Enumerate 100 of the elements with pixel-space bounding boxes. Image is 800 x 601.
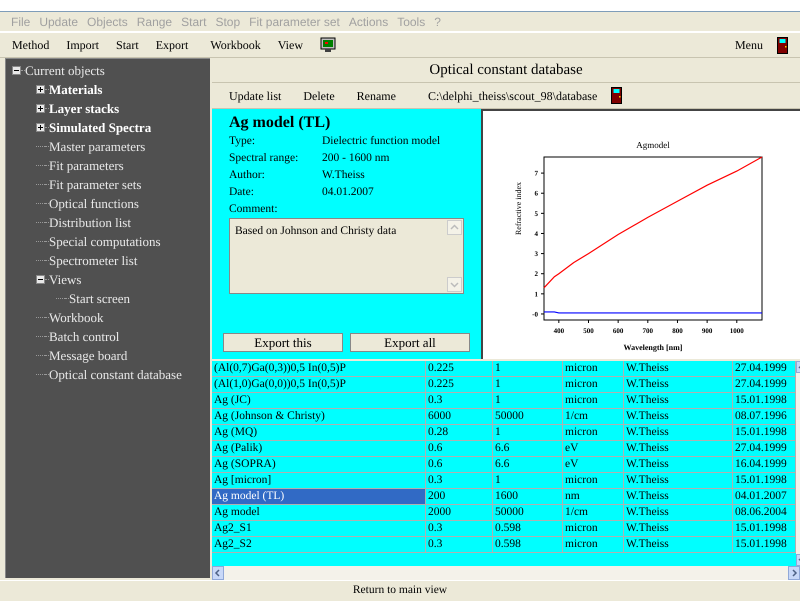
table-cell[interactable]: W.Theiss bbox=[624, 521, 733, 536]
table-cell[interactable]: Ag2_S1 bbox=[212, 521, 426, 536]
tree-item[interactable]: Distribution list bbox=[49, 212, 131, 232]
table-cell[interactable]: 50000 bbox=[493, 409, 563, 424]
table-cell[interactable]: Ag (JC) bbox=[212, 393, 426, 408]
table-cell[interactable]: 200 bbox=[426, 489, 493, 504]
toolbar-button[interactable]: Start bbox=[116, 36, 139, 54]
table-cell[interactable]: 0.598 bbox=[493, 521, 563, 536]
toolbar-button[interactable]: Menu bbox=[735, 36, 763, 54]
tree-item[interactable]: Special computations bbox=[49, 232, 161, 252]
comment-field[interactable]: Based on Johnson and Christy data bbox=[229, 218, 464, 294]
toolbar-button[interactable]: Method bbox=[12, 36, 50, 54]
toolbar-button[interactable]: Workbook bbox=[210, 36, 261, 54]
table-cell[interactable]: 1600 bbox=[493, 489, 563, 504]
table-cell[interactable]: nm bbox=[563, 489, 624, 504]
toolbar-button[interactable]: Rename bbox=[356, 86, 396, 104]
expand-icon[interactable] bbox=[36, 123, 45, 132]
table-cell[interactable]: micron bbox=[563, 377, 624, 392]
table-cell[interactable]: W.Theiss bbox=[624, 537, 733, 552]
tree-item[interactable]: Views bbox=[49, 270, 82, 290]
table-cell[interactable]: 0.3 bbox=[426, 521, 493, 536]
table-cell[interactable]: 1/cm bbox=[563, 505, 624, 520]
scroll-right-icon[interactable] bbox=[788, 566, 800, 580]
table-cell[interactable]: W.Theiss bbox=[624, 361, 733, 376]
table-cell[interactable]: micron bbox=[563, 521, 624, 536]
table-cell[interactable]: 1 bbox=[493, 361, 563, 376]
tree-item[interactable]: Master parameters bbox=[49, 136, 146, 156]
table-cell[interactable]: Ag2_S2 bbox=[212, 537, 426, 552]
monitor-icon[interactable] bbox=[320, 37, 336, 53]
table-cell[interactable]: eV bbox=[563, 441, 624, 456]
table-cell[interactable]: 0.28 bbox=[426, 425, 493, 440]
tree-item[interactable]: Current objects bbox=[25, 60, 105, 80]
toolbar-button[interactable]: View bbox=[278, 36, 304, 54]
tree-item[interactable]: Message board bbox=[49, 346, 128, 366]
collapse-icon[interactable] bbox=[36, 275, 45, 284]
table-cell[interactable]: 1 bbox=[493, 393, 563, 408]
tree-item[interactable]: Simulated Spectra bbox=[49, 118, 152, 138]
table-cell[interactable]: eV bbox=[563, 457, 624, 472]
table-cell[interactable]: 50000 bbox=[493, 505, 563, 520]
table-cell[interactable]: Ag model bbox=[212, 505, 426, 520]
table-cell[interactable]: 1 bbox=[493, 473, 563, 488]
table-cell[interactable]: W.Theiss bbox=[624, 409, 733, 424]
table-cell[interactable]: W.Theiss bbox=[624, 377, 733, 392]
table-cell[interactable]: 0.225 bbox=[426, 377, 493, 392]
export-button[interactable]: Export this bbox=[223, 333, 343, 352]
table-cell[interactable]: W.Theiss bbox=[624, 425, 733, 440]
table-cell[interactable]: W.Theiss bbox=[624, 473, 733, 488]
table-cell[interactable]: 1 bbox=[493, 377, 563, 392]
expand-icon[interactable] bbox=[36, 85, 45, 94]
return-button[interactable]: Return to main view bbox=[352, 582, 448, 600]
tree-item[interactable]: Materials bbox=[49, 80, 102, 100]
tree-item[interactable]: Start screen bbox=[69, 288, 130, 308]
table-cell[interactable]: W.Theiss bbox=[624, 505, 733, 520]
expand-icon[interactable] bbox=[36, 104, 45, 113]
table-cell[interactable]: micron bbox=[563, 473, 624, 488]
table-cell[interactable]: micron bbox=[563, 393, 624, 408]
tree-item[interactable]: Layer stacks bbox=[49, 98, 120, 118]
table-cell[interactable]: W.Theiss bbox=[624, 489, 733, 504]
collapse-icon[interactable] bbox=[12, 66, 21, 75]
toolbar-button[interactable]: Import bbox=[66, 36, 100, 54]
table-cell[interactable]: Ag (SOPRA) bbox=[212, 457, 426, 472]
table-cell[interactable]: 0.3 bbox=[426, 393, 493, 408]
toolbar-button[interactable]: Export bbox=[156, 36, 188, 54]
table-cell[interactable]: W.Theiss bbox=[624, 441, 733, 456]
table-cell[interactable]: micron bbox=[563, 425, 624, 440]
table-cell[interactable]: Ag (MQ) bbox=[212, 425, 426, 440]
table-cell[interactable]: 1/cm bbox=[563, 409, 624, 424]
table-cell[interactable]: W.Theiss bbox=[624, 457, 733, 472]
table-cell[interactable]: micron bbox=[563, 537, 624, 552]
table-cell[interactable]: 6000 bbox=[426, 409, 493, 424]
table-cell[interactable]: 0.598 bbox=[493, 537, 563, 552]
table-cell[interactable]: 6.6 bbox=[493, 457, 563, 472]
tree-item[interactable]: Batch control bbox=[49, 326, 120, 346]
door-icon[interactable] bbox=[611, 87, 622, 104]
scroll-left-icon[interactable] bbox=[212, 566, 224, 580]
table-cell[interactable]: Ag (Palik) bbox=[212, 441, 426, 456]
door-icon[interactable] bbox=[777, 36, 788, 54]
table-cell[interactable]: 0.6 bbox=[426, 457, 493, 472]
toolbar-button[interactable]: Update list bbox=[229, 86, 282, 104]
export-button[interactable]: Export all bbox=[350, 333, 470, 352]
table-cell[interactable]: 0.3 bbox=[426, 473, 493, 488]
tree-item[interactable]: Optical functions bbox=[49, 194, 139, 214]
table-cell[interactable]: Ag [micron] bbox=[212, 473, 426, 488]
table-cell[interactable]: micron bbox=[563, 361, 624, 376]
table-cell[interactable]: 1 bbox=[493, 425, 563, 440]
tree-item[interactable]: Spectrometer list bbox=[49, 250, 138, 270]
toolbar-button[interactable]: Delete bbox=[303, 86, 335, 104]
horizontal-scrollbar[interactable] bbox=[212, 566, 800, 580]
table-cell[interactable]: Ag model (TL) bbox=[212, 489, 426, 504]
table-cell[interactable]: (Al(1,0)Ga(0,0))0,5 In(0,5)P bbox=[212, 377, 426, 392]
table-cell[interactable]: 0.6 bbox=[426, 441, 493, 456]
tree-item[interactable]: Fit parameter sets bbox=[49, 174, 142, 194]
table-cell[interactable]: 0.3 bbox=[426, 537, 493, 552]
table-cell[interactable]: W.Theiss bbox=[624, 393, 733, 408]
table-cell[interactable]: (Al(0,7)Ga(0,3))0,5 In(0,5)P bbox=[212, 361, 426, 376]
tree-item[interactable]: Fit parameters bbox=[49, 156, 124, 176]
tree-item[interactable]: Optical constant database bbox=[49, 364, 182, 384]
table-cell[interactable]: 6.6 bbox=[493, 441, 563, 456]
table-cell[interactable]: 0.225 bbox=[426, 361, 493, 376]
tree-item[interactable]: Workbook bbox=[49, 308, 104, 328]
